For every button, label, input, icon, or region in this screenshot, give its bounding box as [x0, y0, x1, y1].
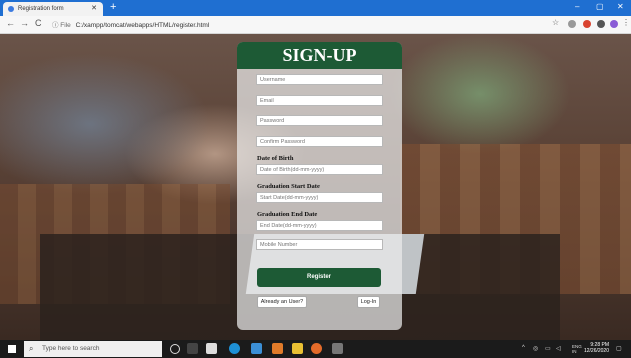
cortana-icon[interactable] — [170, 344, 180, 354]
url-info[interactable]: ⓘ File — [52, 22, 71, 29]
dob-label: Date of Birth — [257, 155, 294, 162]
dob-input[interactable] — [256, 164, 383, 175]
network-icon[interactable]: ◎ — [533, 345, 538, 352]
search-icon: ⌕ — [29, 344, 34, 353]
extension-icon[interactable] — [568, 20, 576, 28]
username-input[interactable] — [256, 74, 383, 85]
grad-start-label: Graduation Start Date — [257, 183, 320, 190]
grad-end-input[interactable] — [256, 220, 383, 231]
mobile-input[interactable] — [256, 239, 383, 250]
notification-icon[interactable]: ▢ — [616, 345, 622, 352]
confirm-password-input[interactable] — [256, 136, 383, 147]
url-text: C:/xampp/tomcat/webapps/HTML/register.ht… — [75, 22, 210, 29]
language-bottom: IN — [572, 349, 577, 354]
windows-start-icon[interactable] — [8, 345, 16, 353]
volume-icon[interactable]: ◁ — [556, 345, 561, 352]
new-tab-button[interactable]: + — [110, 1, 116, 13]
profile-avatar-icon[interactable] — [610, 20, 618, 28]
browser-tab[interactable]: Registration form ✕ — [3, 2, 103, 16]
clock-date: 12/26/2020 — [583, 348, 609, 354]
address-bar: ← → C ⓘ File C:/xampp/tomcat/webapps/HTM… — [0, 16, 631, 34]
password-input[interactable] — [256, 115, 383, 126]
taskbar-search[interactable]: ⌕ Type here to search — [24, 341, 162, 357]
browser-tab-strip: Registration form ✕ + – ▢ ✕ — [0, 0, 631, 16]
favicon-icon — [8, 6, 14, 12]
back-button[interactable]: ← — [6, 18, 15, 28]
menu-kebab-icon[interactable]: ⋮ — [622, 18, 630, 27]
extension-red-icon[interactable] — [583, 20, 591, 28]
store-icon[interactable] — [206, 343, 217, 354]
vlc-icon[interactable] — [272, 343, 283, 354]
grad-start-input[interactable] — [256, 192, 383, 203]
clock[interactable]: 9:28 PM 12/26/2020 — [583, 342, 609, 354]
login-button[interactable]: Log-In — [357, 296, 380, 308]
taskbar: ⌕ Type here to search ^ ◎ ▭ ◁ ENG IN 9:2… — [0, 340, 631, 358]
battery-icon[interactable]: ▭ — [545, 345, 551, 352]
already-user-button[interactable]: Already an User? — [257, 296, 307, 308]
maximize-button[interactable]: ▢ — [596, 2, 604, 11]
grad-end-label: Graduation End Date — [257, 211, 318, 218]
forward-button[interactable]: → — [20, 18, 29, 28]
taskbar-search-placeholder: Type here to search — [42, 345, 100, 352]
signup-title: SIGN-UP — [237, 42, 402, 69]
language-indicator[interactable]: ENG IN — [572, 344, 582, 354]
minimize-button[interactable]: – — [575, 2, 579, 11]
register-button[interactable]: Register — [257, 268, 381, 287]
tab-title: Registration form — [18, 6, 64, 12]
tray-up-icon[interactable]: ^ — [522, 345, 525, 351]
task-view-icon[interactable] — [187, 343, 198, 354]
tab-close-icon[interactable]: ✕ — [91, 2, 97, 16]
mail-icon[interactable] — [251, 343, 262, 354]
close-window-button[interactable]: ✕ — [617, 2, 624, 11]
file-explorer-icon[interactable] — [292, 343, 303, 354]
puzzle-icon[interactable] — [597, 20, 605, 28]
email-input[interactable] — [256, 95, 383, 106]
app-icon[interactable] — [332, 343, 343, 354]
edge-icon[interactable] — [229, 343, 240, 354]
bookmark-star-icon[interactable]: ☆ — [552, 18, 559, 27]
reload-button[interactable]: C — [35, 18, 42, 28]
chrome-icon[interactable] — [311, 343, 322, 354]
url-field[interactable]: ⓘ File C:/xampp/tomcat/webapps/HTML/regi… — [52, 19, 209, 29]
